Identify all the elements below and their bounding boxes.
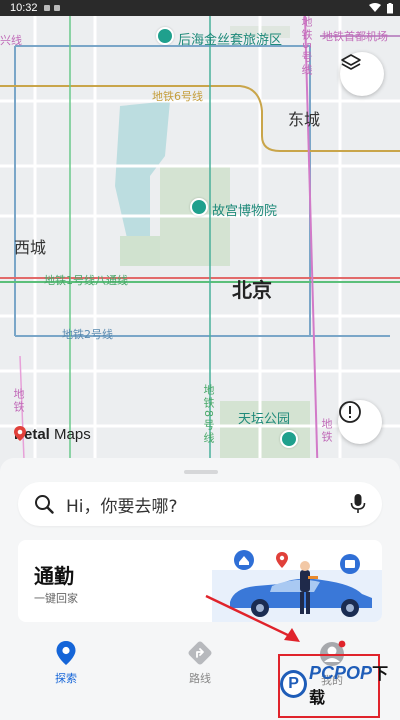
subway-label-left: 地铁 <box>12 388 25 414</box>
petal-pin-icon <box>14 426 26 441</box>
commute-title: 通勤 <box>34 564 74 588</box>
traffic-alert-button[interactable] <box>338 400 382 444</box>
nav-label-route: 路线 <box>189 672 211 685</box>
logo-text: Maps <box>49 426 91 443</box>
battery-icon <box>387 2 393 13</box>
watermark-circle-icon: P <box>280 670 308 698</box>
petal-maps-logo: Petal Maps <box>14 426 91 443</box>
search-placeholder: Hi，你要去哪? <box>66 496 178 517</box>
watermark-logo: P PCPOP下载 <box>280 660 400 708</box>
subway-label-line2: 地铁2号线 <box>62 328 113 341</box>
alert-icon <box>339 401 361 423</box>
map-view[interactable]: 东城 西城 北京 后海金丝套旅游区 故宫博物院 天坛公园 地铁6号线 地铁1号线… <box>0 16 400 486</box>
subway-label-right: 地铁 <box>320 418 333 444</box>
layers-icon <box>341 54 361 70</box>
search-input[interactable]: Hi，你要去哪? <box>18 482 382 526</box>
poi-label-temple[interactable]: 天坛公园 <box>238 408 290 427</box>
explore-pin-icon <box>56 641 76 665</box>
annotation-arrow <box>205 594 300 642</box>
nav-label-explore: 探索 <box>55 672 77 685</box>
subway-label-partial: 兴线 <box>0 34 22 47</box>
notification-icon-2 <box>53 5 60 11</box>
layers-button[interactable] <box>340 52 384 96</box>
district-label-xicheng: 西城 <box>14 238 47 257</box>
commute-subtitle: 一键回家 <box>34 592 78 605</box>
poi-label-houhai[interactable]: 后海金丝套旅游区 <box>178 29 282 48</box>
status-time: 10:32 <box>10 2 38 14</box>
poi-label-palace[interactable]: 故宫博物院 <box>212 200 277 219</box>
search-icon <box>35 495 54 514</box>
subway-label-line6: 地铁6号线 <box>152 90 203 103</box>
poi-pin-houhai[interactable] <box>156 27 174 45</box>
poi-pin-temple[interactable] <box>280 430 298 448</box>
wifi-icon <box>369 3 381 12</box>
subway-label-top-right: 地铁5号线 <box>300 16 313 77</box>
city-label-beijing: 北京 <box>232 278 272 302</box>
nav-tab-explore[interactable]: 探索 <box>26 640 106 686</box>
subway-label-line8: 地铁8号线 <box>202 384 215 445</box>
status-bar: 10:32 <box>0 0 400 16</box>
poi-pin-palace[interactable] <box>190 198 208 216</box>
subway-label-line1: 地铁1号线八通线 <box>44 274 128 287</box>
notification-dot <box>338 640 346 648</box>
district-label-dongcheng: 东城 <box>288 110 321 129</box>
microphone-icon[interactable] <box>350 493 366 515</box>
sheet-drag-handle[interactable] <box>184 470 218 474</box>
subway-label-airport: 地铁首都机场 <box>322 30 388 43</box>
notification-icon <box>43 5 50 11</box>
watermark-brand: PCPOP <box>309 663 373 683</box>
